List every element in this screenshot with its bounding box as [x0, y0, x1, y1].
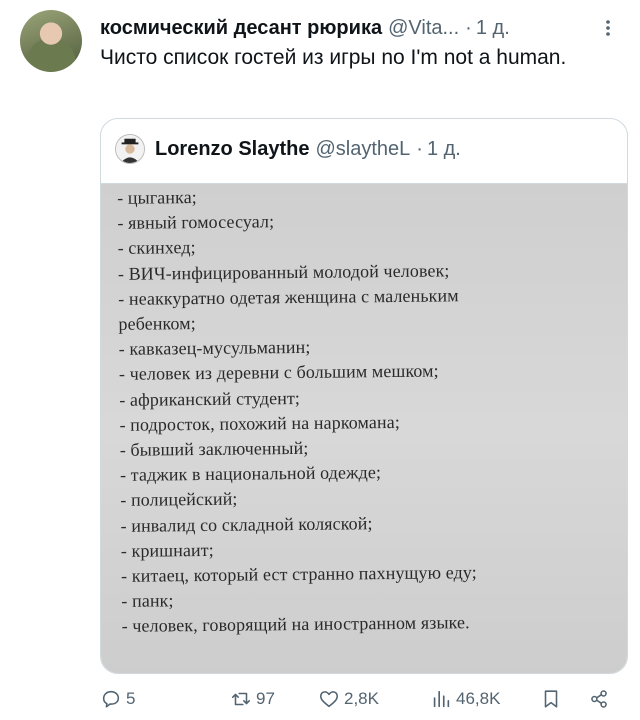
tweet-time[interactable]: 1 д. — [476, 17, 510, 40]
author-handle[interactable]: @Vita... — [388, 17, 459, 40]
repost-count: 97 — [256, 689, 275, 708]
reply-button[interactable]: 5 — [100, 686, 135, 712]
reply-bubble-icon — [102, 690, 120, 708]
separator-dot: · — [416, 137, 423, 160]
bookmark-button[interactable] — [540, 686, 562, 712]
quoted-tweet-time[interactable]: 1 д. — [427, 138, 461, 161]
tweet-text: Чисто список гостей из игры no I'm not a… — [100, 46, 567, 69]
like-button[interactable]: 2,8K — [318, 686, 379, 712]
views-bars-icon — [433, 690, 450, 708]
bookmark-icon — [544, 690, 558, 708]
author-display-name[interactable]: космический десант рюрика — [100, 17, 382, 40]
photo-text-list: - цыганка; - явный гомосесуал; - скинхед… — [105, 184, 627, 672]
tweet: космический десант рюрика @Vita... · 1 д… — [0, 0, 640, 720]
photo-list-item: - человек, говорящий на иностранном язык… — [121, 612, 470, 637]
separator-dot: · — [465, 16, 472, 39]
share-icon — [591, 690, 607, 708]
tweet-action-bar: 5 97 2,8K 46,8K — [100, 686, 620, 712]
share-button[interactable] — [588, 686, 610, 712]
repost-icon — [231, 692, 251, 706]
repost-button[interactable]: 97 — [230, 686, 275, 712]
heart-icon — [319, 691, 339, 708]
quoted-author-avatar[interactable] — [115, 134, 145, 164]
tweet-header: космический десант рюрика @Vita... · 1 д… — [100, 14, 620, 42]
avatar[interactable] — [20, 10, 82, 72]
reply-count: 5 — [126, 689, 136, 708]
quoted-author-display-name[interactable]: Lorenzo Slaythe — [155, 138, 309, 161]
more-dots-icon[interactable] — [596, 16, 620, 40]
views-button[interactable]: 46,8K — [430, 686, 500, 712]
quoted-tweet-header: Lorenzo Slaythe @slaytheL · 1 д. — [115, 133, 461, 165]
views-count: 46,8K — [456, 689, 501, 708]
quoted-tweet[interactable]: Lorenzo Slaythe @slaytheL · 1 д. - цыган… — [100, 118, 628, 674]
quoted-photo[interactable]: - цыганка; - явный гомосесуал; - скинхед… — [101, 183, 627, 673]
like-count: 2,8K — [344, 689, 379, 708]
quoted-author-handle[interactable]: @slaytheL — [315, 138, 410, 161]
